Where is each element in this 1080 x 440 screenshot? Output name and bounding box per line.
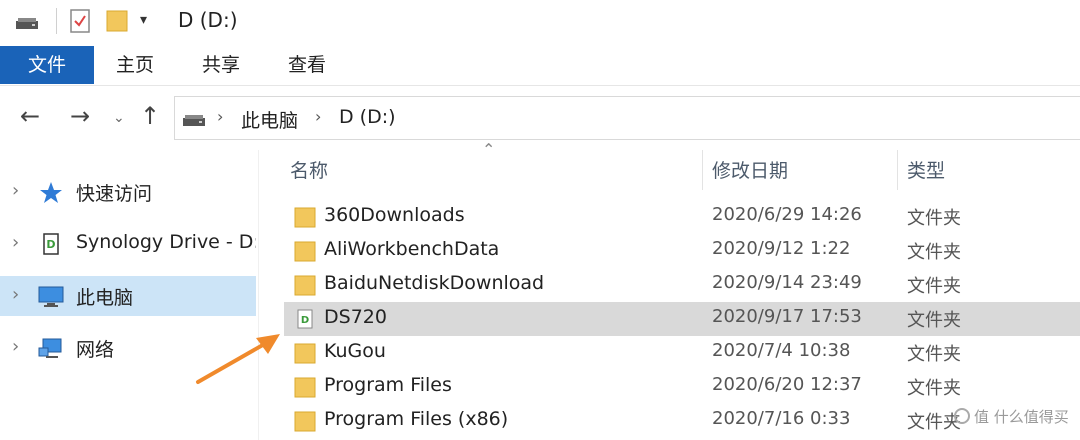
file-name: Program Files (x86) [324,408,509,430]
file-date: 2020/9/14 23:49 [712,272,862,293]
column-divider[interactable] [897,150,898,190]
file-type: 文件夹 [907,208,961,229]
file-date: 2020/9/12 1:22 [712,238,851,259]
quick-access-dropdown[interactable]: ▾ [140,12,147,28]
network-icon [38,338,62,358]
file-date: 2020/6/29 14:26 [712,204,862,225]
table-row[interactable]: BaiduNetdiskDownload 2020/9/14 23:49 文件夹 [284,268,1080,302]
back-arrow-icon[interactable]: ← [20,102,40,130]
expand-chevron-icon[interactable]: › [12,180,19,201]
tab-view[interactable]: 查看 [272,46,342,84]
navigation-pane: › 快速访问 › D Synology Drive - D: › 此电脑 › 网… [0,150,258,440]
expand-chevron-icon[interactable]: › [12,232,19,253]
file-type: 文件夹 [907,310,961,331]
sidebar-item-this-pc[interactable]: › 此电脑 [0,276,256,316]
breadcrumb-this-pc[interactable]: 此电脑 [241,106,298,133]
tab-share[interactable]: 共享 [186,46,256,84]
file-type: 文件夹 [907,242,961,263]
sidebar-item-label: 此电脑 [76,287,134,309]
file-name: 360Downloads [324,204,465,226]
star-icon [40,182,62,203]
computer-icon [38,286,64,307]
folder-icon [294,241,316,262]
watermark-text: 值 什么值得买 [974,408,1069,426]
ribbon-tabs: 文件 主页 共享 查看 [0,46,1080,86]
table-row[interactable]: 360Downloads 2020/6/29 14:26 文件夹 [284,200,1080,234]
watermark-logo-icon [954,408,970,424]
tab-file[interactable]: 文件 [0,46,94,84]
file-list: ⌃ 名称 修改日期 类型 360Downloads 2020/6/29 14:2… [262,140,1080,440]
column-header-name[interactable]: 名称 [290,156,328,183]
tab-home[interactable]: 主页 [100,46,170,84]
properties-icon[interactable] [70,9,90,33]
breadcrumb-chevron-icon[interactable]: › [315,107,321,126]
sidebar-item-synology-drive[interactable]: › D Synology Drive - D: [0,224,256,264]
new-folder-icon[interactable] [106,9,128,33]
drive-icon [16,18,38,29]
folder-icon [294,377,316,398]
file-name: Program Files [324,374,452,396]
folder-icon [294,343,316,364]
file-date: 2020/9/17 17:53 [712,306,862,327]
quick-access-divider [56,8,57,34]
file-type: 文件夹 [907,378,961,399]
table-row[interactable]: Program Files 2020/6/20 12:37 文件夹 [284,370,1080,404]
table-row-selected[interactable]: D DS720 2020/9/17 17:53 文件夹 [284,302,1080,336]
folder-icon [294,207,316,228]
annotation-arrow-icon [196,334,280,384]
pane-divider [258,150,259,440]
watermark: 值 什么值得买 [954,406,1069,427]
file-type: 文件夹 [907,344,961,365]
file-name: AliWorkbenchData [324,238,500,260]
folder-icon [294,275,316,296]
folder-icon [294,411,316,432]
recent-locations-chevron-icon[interactable]: ⌄ [113,104,125,132]
address-bar[interactable]: › 此电脑 › D (D:) [174,96,1080,140]
synology-drive-icon: D [297,309,313,329]
forward-arrow-icon[interactable]: → [70,102,90,130]
synology-drive-icon: D [43,233,59,255]
table-row[interactable]: KuGou 2020/7/4 10:38 文件夹 [284,336,1080,370]
up-arrow-icon[interactable]: ↑ [140,102,160,130]
sidebar-item-label: 网络 [76,339,115,361]
file-name: BaiduNetdiskDownload [324,272,545,294]
sidebar-item-label: Synology Drive - D: [76,231,256,253]
sort-ascending-icon: ⌃ [482,140,496,159]
breadcrumb-chevron-icon[interactable]: › [217,107,223,126]
column-divider[interactable] [702,150,703,190]
column-header-date-modified[interactable]: 修改日期 [712,156,788,183]
file-type: 文件夹 [907,276,961,297]
breadcrumb-drive-d[interactable]: D (D:) [339,106,396,128]
svg-text:D: D [301,315,309,326]
column-header-type[interactable]: 类型 [907,156,945,183]
sidebar-item-quick-access[interactable]: › 快速访问 [0,172,256,212]
navigation-bar: ← → ⌄ ↑ › 此电脑 › D (D:) [0,90,1080,144]
title-bar: ▾ D (D:) [0,0,1080,44]
file-name: DS720 [324,306,387,328]
drive-icon [183,115,205,126]
file-date: 2020/7/4 10:38 [712,340,851,361]
svg-text:D: D [46,238,55,251]
file-date: 2020/6/20 12:37 [712,374,862,395]
table-row[interactable]: AliWorkbenchData 2020/9/12 1:22 文件夹 [284,234,1080,268]
expand-chevron-icon[interactable]: › [12,336,19,357]
expand-chevron-icon[interactable]: › [12,284,19,305]
file-date: 2020/7/16 0:33 [712,408,851,429]
file-name: KuGou [324,340,386,362]
file-type: 文件夹 [907,412,961,433]
sidebar-item-label: 快速访问 [76,183,153,205]
window-title: D (D:) [178,8,238,32]
